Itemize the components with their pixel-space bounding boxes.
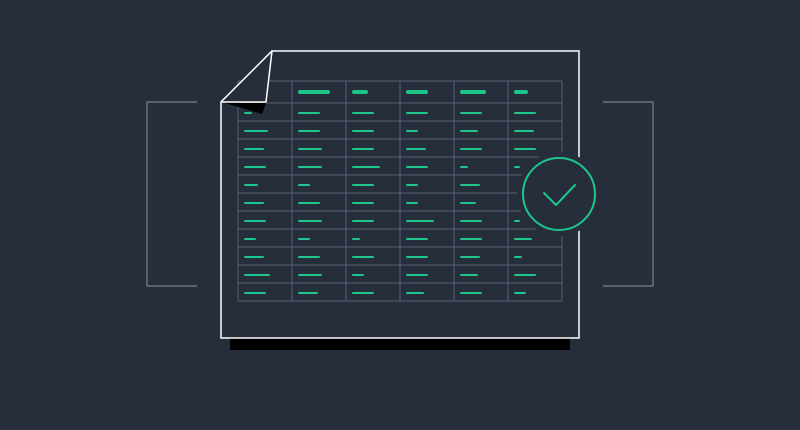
table-cell-bar	[406, 148, 426, 150]
left-bracket	[146, 101, 197, 287]
table-cell-bar	[460, 274, 478, 276]
table-cell-bar	[352, 166, 380, 168]
table-cell-bar	[244, 238, 256, 240]
table-cell-bar	[406, 256, 428, 258]
table-cell-bar	[514, 238, 532, 240]
table-cell-bar	[298, 238, 310, 240]
table-cell-bar	[460, 166, 468, 168]
table-cell-bar	[352, 238, 360, 240]
table-cell-bar	[460, 130, 478, 132]
table-cell-bar	[406, 112, 428, 114]
table-cell-bar	[298, 220, 322, 222]
header-cell-bar	[406, 90, 428, 94]
table-cell-bar	[352, 148, 374, 150]
table-cell-bar	[460, 256, 480, 258]
table-cell-bar	[406, 292, 424, 294]
table-cell-bar	[298, 202, 320, 204]
table-cell-bar	[406, 166, 428, 168]
right-bracket	[603, 101, 654, 287]
table-cell-bar	[352, 274, 364, 276]
table-cell-bar	[298, 166, 322, 168]
table-cell-bar	[298, 292, 318, 294]
table-cell-bar	[352, 184, 374, 186]
table-cell-bar	[514, 292, 526, 294]
table-cell-bar	[406, 184, 418, 186]
table-cell-bar	[460, 112, 482, 114]
table-cell-bar	[460, 220, 482, 222]
table-cell-bar	[352, 112, 374, 114]
table-cell-bar	[244, 292, 266, 294]
header-cell-bar	[298, 90, 330, 94]
table-cell-bar	[460, 292, 482, 294]
table-cell-bar	[460, 148, 482, 150]
table-cell-bar	[460, 202, 476, 204]
table-cell-bar	[514, 220, 520, 222]
table-cell-bar	[352, 220, 374, 222]
table-cell-bar	[460, 184, 480, 186]
table-cell-bar	[244, 220, 266, 222]
table-cell-bar	[298, 184, 310, 186]
table-cell-bar	[514, 256, 522, 258]
header-cell-bar	[514, 90, 528, 94]
table-cell-bar	[244, 166, 266, 168]
table-cell-bar	[298, 112, 320, 114]
table-cell-bar	[406, 274, 428, 276]
table-cell-bar	[298, 148, 322, 150]
table-cell-bar	[352, 292, 374, 294]
table-cell-bar	[514, 112, 536, 114]
right-bracket-line	[603, 101, 654, 287]
table-cell-bar	[352, 256, 374, 258]
fold-flap	[220, 50, 273, 103]
table-cell-bar	[460, 238, 482, 240]
table-cell-bar	[406, 130, 418, 132]
check-circle-icon	[517, 152, 601, 236]
table-cell-bar	[514, 274, 536, 276]
spreadsheet-illustration	[146, 50, 654, 350]
badge-knockout	[517, 152, 601, 236]
table-cell-bar	[514, 148, 536, 150]
table-cell-bar	[514, 166, 520, 168]
table-cell-bar	[244, 202, 264, 204]
table-cell-bar	[406, 220, 434, 222]
table-cell-bar	[244, 130, 268, 132]
header-cell-bar	[352, 90, 368, 94]
table-cell-bar	[244, 256, 264, 258]
table-cell-bar	[298, 130, 320, 132]
left-bracket-line	[146, 101, 197, 287]
table-cell-bar	[298, 256, 320, 258]
table-cell-bar	[352, 130, 374, 132]
table-cell-bar	[514, 130, 534, 132]
table-cell-bar	[244, 184, 258, 186]
table-cell-bar	[244, 112, 252, 114]
table-cell-bar	[244, 274, 270, 276]
table-cell-bar	[352, 202, 374, 204]
table-cell-bar	[298, 274, 322, 276]
header-cell-bar	[460, 90, 486, 94]
document-shadow	[230, 338, 570, 350]
table-cell-bar	[406, 238, 428, 240]
table-cell-bar	[244, 148, 264, 150]
table-cell-bar	[406, 202, 418, 204]
